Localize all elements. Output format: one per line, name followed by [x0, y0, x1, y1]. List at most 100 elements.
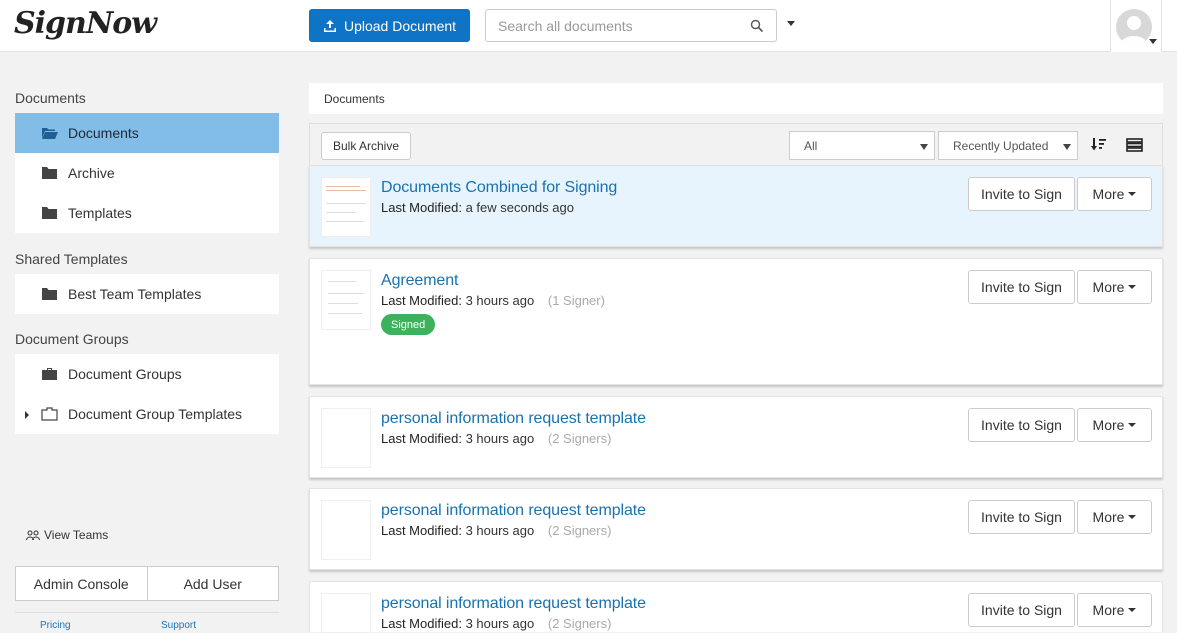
- sidebar-item-label: Best Team Templates: [68, 286, 202, 302]
- view-teams-link[interactable]: View Teams: [26, 528, 108, 542]
- sidebar-item-document-groups[interactable]: Document Groups: [15, 354, 279, 394]
- more-button[interactable]: More: [1077, 500, 1152, 534]
- team-icon: [26, 530, 40, 540]
- document-title[interactable]: personal information request template: [381, 410, 646, 428]
- more-label: More: [1092, 186, 1125, 202]
- last-modified-label: Last Modified:: [381, 200, 462, 215]
- more-label: More: [1092, 602, 1125, 618]
- document-meta: Last Modified: 3 hours ago (2 Signers): [381, 616, 611, 631]
- signnow-logo[interactable]: SignNow: [14, 6, 157, 41]
- document-card[interactable]: Documents Combined for Signing Last Modi…: [309, 165, 1163, 247]
- document-meta: Last Modified: 3 hours ago (1 Signer): [381, 293, 605, 308]
- search-options-chevron-down-icon[interactable]: [787, 21, 795, 26]
- folder-icon: [42, 288, 57, 300]
- last-modified-label: Last Modified:: [381, 293, 462, 308]
- invite-to-sign-button[interactable]: Invite to Sign: [968, 593, 1075, 627]
- more-button[interactable]: More: [1077, 177, 1152, 211]
- invite-to-sign-button[interactable]: Invite to Sign: [968, 177, 1075, 211]
- document-card[interactable]: personal information request template La…: [309, 581, 1163, 633]
- search-input[interactable]: [496, 17, 746, 35]
- last-modified-value: a few seconds ago: [465, 200, 574, 215]
- document-title[interactable]: Documents Combined for Signing: [381, 179, 617, 197]
- chevron-down-icon: [1128, 285, 1137, 289]
- chevron-down-icon: [1128, 192, 1137, 196]
- pricing-link[interactable]: Pricing: [40, 620, 71, 631]
- add-user-button[interactable]: Add User: [147, 566, 279, 601]
- bulk-archive-button[interactable]: Bulk Archive: [321, 132, 411, 160]
- breadcrumb: Documents: [309, 83, 1163, 114]
- view-teams-label: View Teams: [44, 528, 109, 542]
- search-box: [485, 9, 777, 42]
- document-thumbnail[interactable]: [321, 593, 371, 633]
- sidebar-item-best-team-templates[interactable]: Best Team Templates: [15, 274, 279, 314]
- sort-order-icon[interactable]: [1090, 137, 1107, 152]
- document-title[interactable]: Agreement: [381, 272, 458, 290]
- documents-toolbar: Bulk Archive All Recently Updated: [309, 123, 1163, 165]
- chevron-down-icon: [1128, 608, 1137, 612]
- upload-document-label: Upload Document: [343, 17, 457, 34]
- chevron-down-icon: [1149, 39, 1157, 44]
- briefcase-outline-icon: [41, 407, 58, 421]
- last-modified-label: Last Modified:: [381, 523, 462, 538]
- document-card[interactable]: personal information request template La…: [309, 488, 1163, 570]
- more-button[interactable]: More: [1077, 593, 1152, 627]
- last-modified-value: 3 hours ago: [465, 523, 535, 538]
- sidebar-item-document-group-templates[interactable]: Document Group Templates: [15, 394, 279, 434]
- folder-open-icon: [42, 128, 58, 139]
- chevron-down-icon: [1063, 144, 1071, 150]
- sidebar-item-templates[interactable]: Templates: [15, 193, 279, 233]
- invite-to-sign-button[interactable]: Invite to Sign: [968, 500, 1075, 534]
- document-thumbnail[interactable]: [321, 177, 371, 237]
- document-thumbnail[interactable]: [321, 270, 371, 330]
- sidebar-heading-documents: Documents: [15, 90, 86, 106]
- sidebar-item-label: Templates: [68, 205, 132, 221]
- signer-count: (1 Signer): [547, 293, 605, 308]
- last-modified-value: 3 hours ago: [465, 431, 535, 446]
- more-button[interactable]: More: [1077, 408, 1152, 442]
- avatar[interactable]: [1116, 9, 1152, 45]
- admin-actions: Admin Console Add User: [15, 566, 279, 601]
- invite-to-sign-button[interactable]: Invite to Sign: [968, 270, 1075, 304]
- document-card[interactable]: Agreement Last Modified: 3 hours ago (1 …: [309, 258, 1163, 385]
- last-modified-value: 3 hours ago: [465, 293, 535, 308]
- support-link[interactable]: Support: [161, 620, 196, 631]
- invite-to-sign-button[interactable]: Invite to Sign: [968, 408, 1075, 442]
- sort-select[interactable]: Recently Updated: [938, 131, 1078, 160]
- sidebar-item-archive[interactable]: Archive: [15, 153, 279, 193]
- list-view-icon[interactable]: [1126, 138, 1143, 152]
- admin-console-button[interactable]: Admin Console: [15, 566, 148, 601]
- document-card[interactable]: personal information request template La…: [309, 396, 1163, 478]
- user-menu[interactable]: [1110, 0, 1162, 52]
- signer-count: (2 Signers): [547, 523, 612, 538]
- sidebar-document-groups-group: Document Groups Document Group Templates: [15, 354, 279, 434]
- document-thumbnail[interactable]: [321, 408, 371, 468]
- sidebar-item-documents[interactable]: Documents: [15, 113, 279, 153]
- last-modified-label: Last Modified:: [381, 431, 462, 446]
- status-badge: Signed: [381, 314, 436, 335]
- chevron-down-icon: [920, 144, 928, 150]
- chevron-down-icon: [1128, 423, 1137, 427]
- document-thumbnail[interactable]: [321, 500, 371, 560]
- upload-icon: [323, 19, 336, 32]
- sidebar-item-label: Document Groups: [68, 366, 182, 382]
- folder-icon: [42, 207, 57, 219]
- filter-select[interactable]: All: [789, 131, 935, 160]
- more-label: More: [1092, 279, 1125, 295]
- filter-select-value: All: [804, 138, 818, 153]
- breadcrumb-item[interactable]: Documents: [324, 92, 385, 106]
- sidebar-documents-group: Documents Archive Templates: [15, 113, 279, 233]
- last-modified-label: Last Modified:: [381, 616, 462, 631]
- top-header: SignNow Upload Document: [0, 0, 1177, 52]
- more-button[interactable]: More: [1077, 270, 1152, 304]
- sidebar-item-label: Archive: [68, 165, 115, 181]
- expand-arrow-icon[interactable]: [25, 411, 29, 419]
- sidebar-item-label: Document Group Templates: [68, 406, 243, 422]
- document-meta: Last Modified: 3 hours ago (2 Signers): [381, 431, 611, 446]
- search-icon[interactable]: [750, 19, 764, 33]
- document-title[interactable]: personal information request template: [381, 502, 646, 520]
- document-title[interactable]: personal information request template: [381, 595, 646, 613]
- more-label: More: [1092, 509, 1125, 525]
- briefcase-icon: [42, 368, 57, 380]
- document-meta: Last Modified: 3 hours ago (2 Signers): [381, 523, 611, 538]
- upload-document-button[interactable]: Upload Document: [309, 9, 470, 42]
